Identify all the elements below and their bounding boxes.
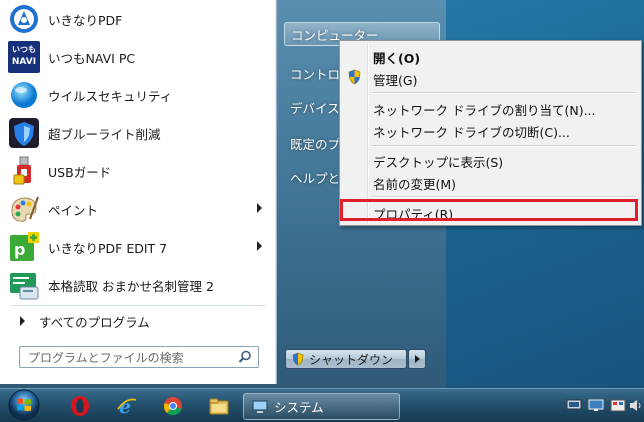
network-icon[interactable] <box>566 399 582 412</box>
internet-explorer-icon[interactable]: e <box>116 395 138 417</box>
chevron-right-icon <box>415 355 420 363</box>
icon-text: いつも <box>12 45 36 54</box>
menu-item-disconnect-network-drive[interactable]: ネットワーク ドライブの切断(C)... <box>342 118 639 140</box>
program-item-usb-guard[interactable]: USBガード <box>8 153 270 189</box>
program-label: USBガード <box>48 164 112 180</box>
shutdown-button[interactable]: シャットダウン <box>285 349 407 369</box>
uac-shield-icon <box>292 352 304 366</box>
menu-item-manage[interactable]: 管理(G) <box>342 66 639 88</box>
program-label: ウイルスセキュリティ <box>48 88 173 104</box>
program-item-ikinari-pdf-edit[interactable]: p いきなりPDF EDIT 7 <box>8 229 270 265</box>
volume-icon[interactable] <box>628 399 644 412</box>
menu-item-map-network-drive[interactable]: ネットワーク ドライブの割り当て(N)... <box>342 96 639 118</box>
blue-light-shield-icon <box>8 117 40 149</box>
computer-icon <box>252 400 268 413</box>
submenu-arrow-icon <box>257 241 262 251</box>
program-item-paint[interactable]: ペイント <box>8 191 270 227</box>
menu-item-open[interactable]: 開く(O) <box>342 44 639 66</box>
opera-icon[interactable] <box>69 395 91 417</box>
divider <box>10 305 266 306</box>
usb-guard-icon <box>8 155 40 187</box>
menu-separator <box>371 145 636 147</box>
program-item-ikinari-pdf[interactable]: いきなりPDF <box>8 1 270 37</box>
file-explorer-icon[interactable] <box>208 395 230 417</box>
shutdown-options-button[interactable] <box>408 349 426 369</box>
shutdown-label: シャットダウン <box>309 352 394 367</box>
ikinari-pdf-icon <box>8 3 40 35</box>
program-label: 超ブルーライト削減 <box>48 126 161 142</box>
program-item-itsumo-navi[interactable]: いつも NAVI いつもNAVI PC <box>8 39 270 75</box>
menu-item-label: 開く(O) <box>373 51 421 66</box>
svg-text:p: p <box>14 240 25 259</box>
menu-item-label: ネットワーク ドライブの切断(C)... <box>373 125 570 140</box>
program-item-blue-light[interactable]: 超ブルーライト削減 <box>8 115 270 151</box>
menu-item-show-on-desktop[interactable]: デスクトップに表示(S) <box>342 148 639 170</box>
submenu-arrow-icon <box>257 203 262 213</box>
program-label: ペイント <box>48 202 99 218</box>
program-item-virus-security[interactable]: ウイルスセキュリティ <box>8 77 270 113</box>
search-box[interactable] <box>19 346 259 368</box>
highlight-box <box>340 199 638 221</box>
itsumo-navi-icon: いつも NAVI <box>8 41 40 73</box>
icon-text: NAVI <box>11 57 37 67</box>
chrome-icon[interactable] <box>162 395 184 417</box>
program-label: いつもNAVI PC <box>48 50 136 66</box>
virus-security-icon <box>8 79 40 111</box>
paint-palette-icon <box>8 193 40 225</box>
expand-arrow-icon <box>20 316 25 326</box>
uac-shield-icon <box>348 69 361 85</box>
program-label: いきなりPDF EDIT 7 <box>48 240 168 256</box>
start-menu-programs-pane: いきなりPDF いつも NAVI いつもNAVI PC ウイルスセキュリティ 超… <box>0 0 277 384</box>
program-item-business-card[interactable]: 本格読取 おまかせ名刺管理 2 <box>8 267 270 303</box>
start-orb-icon[interactable] <box>4 389 44 421</box>
all-programs-label: すべてのプログラム <box>39 314 150 330</box>
menu-item-label: 名前の変更(M) <box>373 177 457 192</box>
program-label: いきなりPDF <box>48 12 123 28</box>
menu-item-rename[interactable]: 名前の変更(M) <box>342 170 639 192</box>
menu-item-label: 管理(G) <box>373 73 418 88</box>
action-center-icon[interactable] <box>610 399 626 412</box>
all-programs-item[interactable]: すべてのプログラム <box>14 311 264 331</box>
menu-item-label: デスクトップに表示(S) <box>373 155 504 170</box>
menu-separator <box>371 196 636 198</box>
search-input[interactable] <box>26 349 230 367</box>
menu-separator <box>371 92 636 94</box>
search-icon[interactable] <box>238 350 252 364</box>
program-label: 本格読取 おまかせ名刺管理 2 <box>48 278 214 294</box>
taskbar-window-system[interactable]: システム <box>243 393 400 420</box>
taskbar-window-label: システム <box>274 400 324 415</box>
business-card-icon <box>8 269 40 301</box>
display-icon[interactable] <box>588 399 604 412</box>
ikinari-pdf-edit-icon: p <box>8 231 40 263</box>
menu-item-label: ネットワーク ドライブの割り当て(N)... <box>373 103 596 118</box>
